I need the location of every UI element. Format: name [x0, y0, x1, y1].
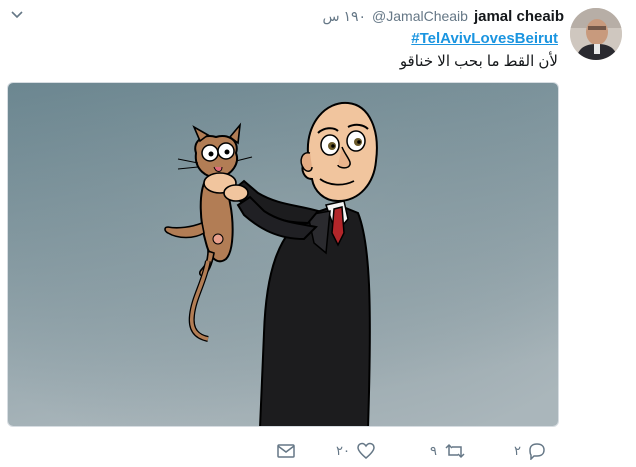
- user-name[interactable]: jamal cheaib: [474, 8, 564, 25]
- tweet: ١٩٠ س @JamalCheaib jamal cheaib #TelAviv…: [0, 0, 636, 467]
- user-handle[interactable]: @JamalCheaib: [372, 8, 468, 24]
- avatar[interactable]: [570, 8, 622, 60]
- reply-count: ٢: [514, 443, 521, 458]
- like-button[interactable]: ٢٠: [336, 440, 376, 462]
- retweet-button[interactable]: ٩: [430, 440, 467, 462]
- chevron-down-icon[interactable]: [10, 8, 24, 20]
- hashtag-link[interactable]: #TelAvivLovesBeirut: [411, 30, 558, 47]
- like-count: ٢٠: [336, 443, 350, 458]
- retweet-icon: [443, 442, 467, 460]
- message-button[interactable]: [276, 440, 296, 462]
- envelope-icon: [276, 442, 296, 460]
- reply-icon: [527, 442, 547, 460]
- reply-button[interactable]: ٢: [514, 440, 547, 462]
- tweet-actions: ٢ ٩ ٢٠: [0, 440, 636, 464]
- timestamp[interactable]: ١٩٠ س: [322, 8, 366, 25]
- tweet-image[interactable]: [7, 82, 559, 427]
- tweet-header: ١٩٠ س @JamalCheaib jamal cheaib: [322, 8, 564, 28]
- tweet-text: لأن القط ما بحب الا خناقو: [399, 53, 558, 70]
- heart-icon: [356, 442, 376, 460]
- retweet-count: ٩: [430, 443, 437, 458]
